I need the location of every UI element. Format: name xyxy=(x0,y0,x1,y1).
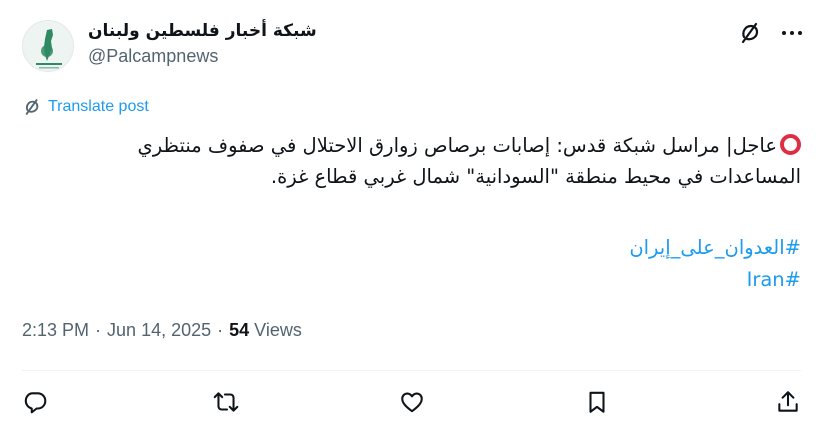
reply-button[interactable] xyxy=(22,387,58,417)
hashtag-list: #العدوان_على_إيران #Iran xyxy=(629,232,801,296)
user-handle[interactable]: @Palcampnews xyxy=(88,44,317,68)
tweet-line-1: عاجل| مراسل شبكة قدس: إصابات برصاص زوارق… xyxy=(22,130,801,161)
share-icon xyxy=(778,391,798,412)
grok-button[interactable] xyxy=(737,20,763,46)
translate-label[interactable]: Translate post xyxy=(48,98,149,116)
more-dots-icon xyxy=(782,31,802,35)
hashtag-link[interactable]: #Iran xyxy=(629,264,801,296)
grok-icon xyxy=(741,22,759,44)
hashtag-link[interactable]: #العدوان_على_إيران xyxy=(629,232,801,264)
translate-icon xyxy=(25,99,39,115)
views-count[interactable]: 54 xyxy=(229,320,249,341)
divider xyxy=(22,370,801,371)
red-circle-icon xyxy=(780,134,801,155)
like-button[interactable] xyxy=(394,387,430,417)
tweet-meta: 2:13 PM · Jun 14, 2025 · 54 Views xyxy=(22,320,302,341)
retweet-icon xyxy=(213,392,239,412)
action-bar xyxy=(22,387,801,417)
translate-post-link[interactable]: Translate post xyxy=(22,96,149,118)
tweet-header: شبكة أخبار فلسطين ولبنان @Palcampnews xyxy=(22,14,805,72)
views-label[interactable]: Views xyxy=(254,320,302,341)
post-date[interactable]: Jun 14, 2025 xyxy=(107,320,211,341)
retweet-button[interactable] xyxy=(208,387,244,417)
reply-icon xyxy=(24,392,47,414)
meta-separator: · xyxy=(95,320,102,340)
avatar[interactable] xyxy=(22,20,74,72)
like-icon xyxy=(400,392,423,413)
bookmark-button[interactable] xyxy=(579,387,615,417)
post-time[interactable]: 2:13 PM xyxy=(22,320,89,341)
more-button[interactable] xyxy=(779,20,805,46)
tweet-line-1-text: عاجل| مراسل شبكة قدس: إصابات برصاص زوارق… xyxy=(137,134,777,157)
palestine-map-logo-icon xyxy=(23,21,73,71)
tweet-text: عاجل| مراسل شبكة قدس: إصابات برصاص زوارق… xyxy=(22,130,801,192)
meta-separator: · xyxy=(217,320,224,340)
tweet-line-2: المساعدات في محيط منطقة "السودانية" شمال… xyxy=(270,165,801,188)
share-button[interactable] xyxy=(765,387,801,417)
display-name[interactable]: شبكة أخبار فلسطين ولبنان xyxy=(88,20,317,42)
bookmark-icon xyxy=(589,391,605,413)
